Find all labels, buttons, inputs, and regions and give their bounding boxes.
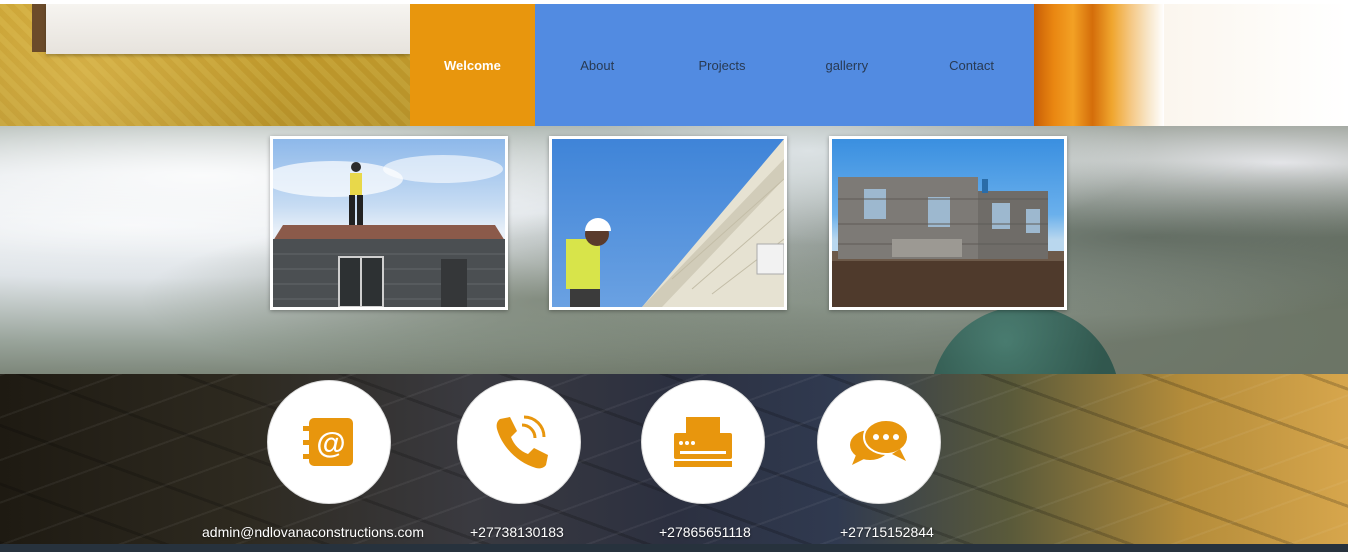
nav-contact[interactable]: Contact [909,4,1034,126]
house-construction-illustration [832,177,1064,307]
header-window-light [1164,4,1348,126]
nav-projects[interactable]: Projects [660,4,785,126]
nav-gallery[interactable]: gallerry [784,4,909,126]
hero-gallery [0,126,1348,374]
main-nav: Welcome About Projects gallerry Contact [410,4,1034,126]
fax-icon [674,417,732,467]
worker-on-roof-illustration [273,155,505,307]
worker-on-roof-photo[interactable] [270,136,508,310]
header-curtain [1034,4,1164,126]
worker-siding-illustration [566,139,784,307]
chat-button[interactable] [817,380,941,504]
email-button[interactable]: @ [267,380,391,504]
phone-icon [496,415,548,469]
fax-button[interactable] [641,380,765,504]
svg-text:@: @ [316,427,345,460]
phone-number[interactable]: +27738130183 [470,524,564,540]
header-frame-panel [46,4,410,54]
worker-siding-photo[interactable] [549,136,787,310]
chat-number[interactable]: +27715152844 [840,524,934,540]
header: Welcome About Projects gallerry Contact [0,4,1348,126]
nav-about[interactable]: About [535,4,660,126]
email-address[interactable]: admin@ndlovanaconstructions.com [202,524,424,540]
contact-section: @ admin@ndlovanaconstructions.com +27738… [0,374,1348,544]
phone-button[interactable] [457,380,581,504]
fax-number[interactable]: +27865651118 [659,524,751,540]
house-construction-photo[interactable] [829,136,1067,310]
chat-icon [850,419,909,465]
hardhat-background [930,306,1120,374]
nav-welcome[interactable]: Welcome [410,4,535,126]
email-icon: @ [303,418,353,466]
footer-strip [0,544,1348,552]
